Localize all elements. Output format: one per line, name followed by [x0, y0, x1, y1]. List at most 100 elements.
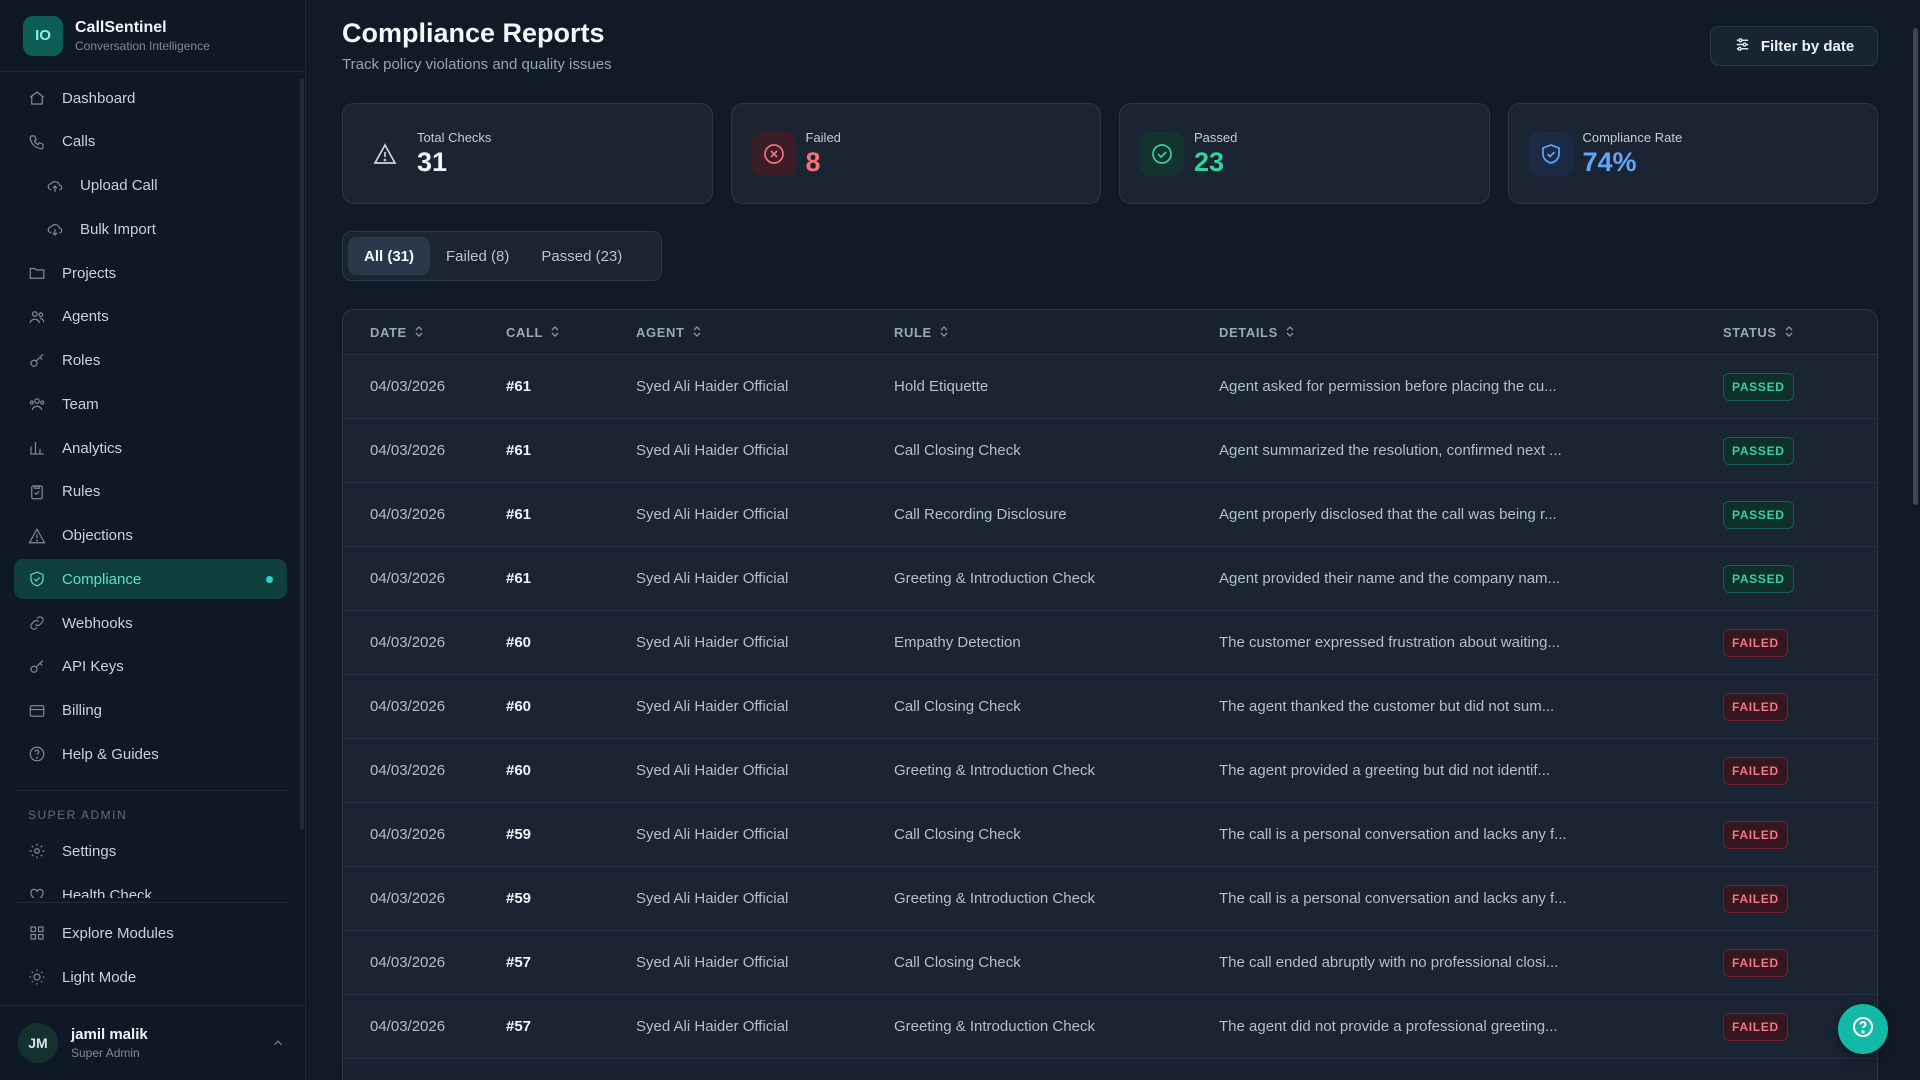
sidebar-item-analytics[interactable]: Analytics [14, 428, 287, 468]
status-badge: PASSED [1723, 500, 1794, 529]
link-icon [28, 614, 46, 632]
user-menu[interactable]: JM jamil malik Super Admin [0, 1005, 305, 1080]
cell-date: 04/03/2026 [370, 826, 446, 843]
cell-date: 04/03/2026 [370, 442, 446, 459]
sidebar-item-projects[interactable]: Projects [14, 253, 287, 293]
cell-rule: Call Closing Check [894, 954, 1021, 971]
main-content: Compliance Reports Track policy violatio… [306, 0, 1920, 1080]
sidebar-item-upload-call[interactable]: Upload Call [14, 166, 287, 206]
sidebar-item-label: Rules [62, 483, 101, 501]
sidebar-item-label: Team [62, 395, 99, 413]
cell-call[interactable]: #59 [506, 826, 636, 843]
alert-triangle-icon [28, 527, 46, 545]
stat-card-passed: Passed 23 [1119, 103, 1490, 204]
cell-call[interactable]: #61 [506, 570, 636, 587]
cell-call[interactable]: #61 [506, 506, 636, 523]
sidebar-bottom-nav: Explore Modules Light Mode [14, 902, 287, 1001]
sidebar-item-agents[interactable]: Agents [14, 297, 287, 337]
cell-call[interactable]: #61 [506, 442, 636, 459]
sidebar: IO CallSentinel Conversation Intelligenc… [0, 0, 306, 1080]
table-row[interactable]: 04/03/2026 #61 Syed Ali Haider Official … [343, 355, 1877, 419]
table-row[interactable]: 04/03/2026 #57 Syed Ali Haider Official … [343, 931, 1877, 995]
sidebar-nav: Dashboard Calls Upload Call Bulk Import … [14, 78, 287, 898]
sidebar-item-billing[interactable]: Billing [14, 691, 287, 731]
sidebar-item-webhooks[interactable]: Webhooks [14, 603, 287, 643]
column-header-call[interactable]: CALL [506, 325, 636, 340]
table-row[interactable]: 04/03/2026 #61 Syed Ali Haider Official … [343, 419, 1877, 483]
table-row[interactable]: 04/03/2026 #61 Syed Ali Haider Official … [343, 547, 1877, 611]
status-badge: FAILED [1723, 1012, 1788, 1041]
cell-call[interactable]: #60 [506, 634, 636, 651]
shield-check-icon [28, 570, 46, 588]
help-circle-icon [28, 745, 46, 763]
sidebar-item-api-keys[interactable]: API Keys [14, 647, 287, 687]
sidebar-item-help-and-guides[interactable]: Help & Guides [14, 734, 287, 774]
table-row[interactable]: 04/03/2026 #61 Syed Ali Haider Official … [343, 483, 1877, 547]
column-header-date[interactable]: DATE [343, 325, 506, 340]
cell-details: The agent provided a greeting but did no… [1219, 762, 1551, 779]
cell-call[interactable]: #61 [506, 378, 636, 395]
sidebar-item-roles[interactable]: Roles [14, 341, 287, 381]
sidebar-item-team[interactable]: Team [14, 384, 287, 424]
brand[interactable]: IO CallSentinel Conversation Intelligenc… [0, 0, 305, 72]
cell-rule: Call Closing Check [894, 826, 1021, 843]
sidebar-item-label: Health Check [62, 886, 153, 899]
cell-status: FAILED [1723, 884, 1877, 913]
sidebar-scrollbar[interactable] [300, 78, 304, 830]
sidebar-item-calls[interactable]: Calls [14, 122, 287, 162]
sort-icon [551, 325, 559, 340]
table-row[interactable]: 04/03/2026 #60 Syed Ali Haider Official … [343, 611, 1877, 675]
tab-failed[interactable]: Failed (8) [430, 237, 525, 275]
table-row[interactable]: 04/03/2026 #59 Syed Ali Haider Official … [343, 803, 1877, 867]
cell-rule: Call Closing Check [894, 442, 1021, 459]
column-header-status[interactable]: STATUS [1723, 325, 1877, 340]
cell-rule: Hold Etiquette [894, 378, 989, 395]
cell-agent: Syed Ali Haider Official [636, 634, 789, 651]
sidebar-item-explore-modules[interactable]: Explore Modules [14, 913, 287, 953]
sidebar-item-label: Projects [62, 264, 117, 282]
cell-call[interactable]: #59 [506, 890, 636, 907]
cell-call[interactable]: #60 [506, 762, 636, 779]
active-indicator [266, 575, 273, 583]
phone-icon [28, 133, 46, 151]
sidebar-item-label: Billing [62, 702, 103, 719]
cell-details: The call is a personal conversation and … [1219, 826, 1567, 843]
table-row[interactable]: 04/03/2026 #60 Syed Ali Haider Official … [343, 739, 1877, 803]
sort-icon [1785, 325, 1793, 340]
cell-agent: Syed Ali Haider Official [636, 954, 789, 971]
sidebar-item-label: Calls [62, 133, 96, 151]
table-row[interactable]: 04/03/2026 #57 Syed Ali Haider Official … [343, 995, 1877, 1059]
page-scrollbar[interactable] [1913, 28, 1918, 505]
sidebar-item-label: Objections [62, 527, 133, 544]
sidebar-item-compliance[interactable]: Compliance [14, 559, 287, 600]
cell-rule: Empathy Detection [894, 634, 1021, 651]
cell-call[interactable]: #57 [506, 1018, 636, 1035]
table-row[interactable]: 04/03/2026 #59 Syed Ali Haider Official … [343, 867, 1877, 931]
cell-call[interactable]: #60 [506, 698, 636, 715]
sidebar-item-rules[interactable]: Rules [14, 472, 287, 512]
sidebar-item-bulk-import[interactable]: Bulk Import [14, 209, 287, 249]
tab-all[interactable]: All (31) [348, 237, 431, 275]
cell-call[interactable]: #57 [506, 954, 636, 971]
tab-passed[interactable]: Passed (23) [525, 237, 638, 275]
sliders-icon [1734, 36, 1751, 57]
bar-chart-icon [28, 439, 46, 457]
help-button[interactable] [1838, 1004, 1888, 1054]
status-tabs: All (31) Failed (8) Passed (23) [342, 231, 662, 281]
sidebar-item-health-check[interactable]: Health Check [14, 875, 287, 898]
cell-agent: Syed Ali Haider Official [636, 826, 789, 843]
sidebar-item-objections[interactable]: Objections [14, 516, 287, 556]
sidebar-item-settings[interactable]: Settings [14, 831, 287, 871]
sidebar-item-label: Analytics [62, 439, 123, 457]
cell-status: PASSED [1723, 372, 1877, 401]
column-header-rule[interactable]: RULE [894, 325, 1219, 340]
chevron-up-icon[interactable] [271, 1036, 285, 1055]
table-row[interactable]: 04/03/2026 #60 Syed Ali Haider Official … [343, 675, 1877, 739]
sidebar-item-dashboard[interactable]: Dashboard [14, 78, 287, 118]
column-header-agent[interactable]: AGENT [636, 325, 894, 340]
help-circle-icon [1851, 1015, 1875, 1044]
sidebar-item-light-mode[interactable]: Light Mode [14, 957, 287, 997]
filter-by-date-button[interactable]: Filter by date [1710, 26, 1878, 66]
column-header-details[interactable]: DETAILS [1219, 325, 1723, 340]
column-header-label: STATUS [1723, 324, 1777, 340]
